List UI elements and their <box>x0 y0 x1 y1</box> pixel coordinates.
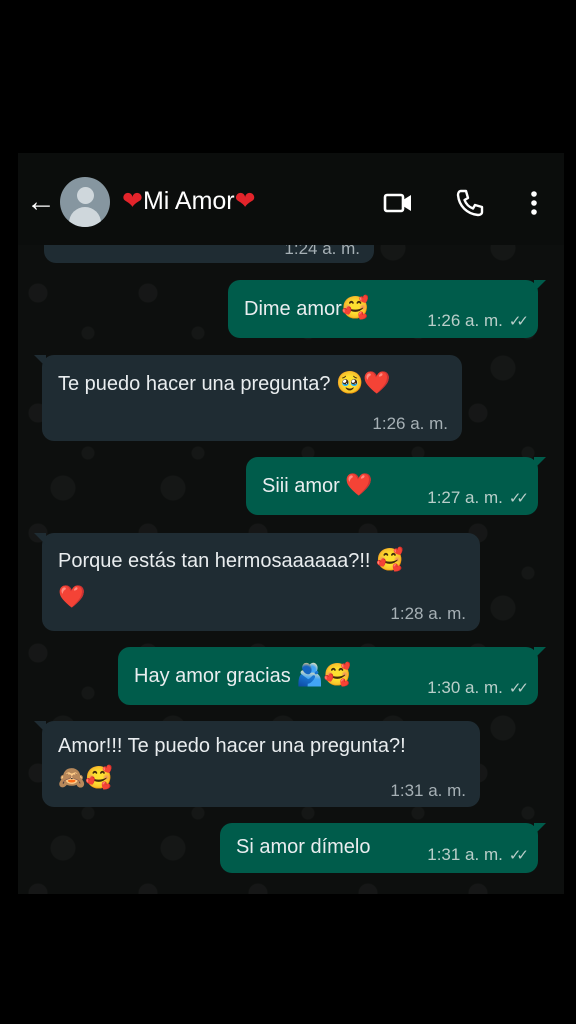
phone-call-icon[interactable] <box>454 187 486 219</box>
heart-icon: ❤ <box>234 187 256 215</box>
message-time-text: 1:26 a. m. <box>427 311 503 330</box>
message-content: Porque estás tan hermosaaaaaa?!! 🥰 <box>58 547 403 573</box>
message-content: Dime amor🥰 <box>244 295 369 321</box>
smiling-hearts-emoji: 🥰 <box>341 295 370 320</box>
message-time: 1:30 a. m. ✓✓ <box>427 678 529 698</box>
contact-name-text: Mi Amor <box>142 187 235 215</box>
back-arrow-icon[interactable]: ← <box>26 187 56 217</box>
message-bubble-in[interactable]: Amor!!! Te puedo hacer una pregunta?! 🙈🥰… <box>34 721 480 807</box>
pleading-face-heart-emoji: 🥹❤️ <box>336 370 391 395</box>
message-time: 1:26 a. m. ✓✓ <box>427 311 529 331</box>
video-call-icon[interactable] <box>382 187 414 219</box>
message-bubble-out[interactable]: Hay amor gracias 🫂🥰 1:30 a. m. ✓✓ <box>118 647 546 705</box>
message-time-text: 1:30 a. m. <box>427 678 503 697</box>
message-bubble-in[interactable]: Porque estás tan hermosaaaaaa?!! 🥰 ❤️ 1:… <box>34 533 480 631</box>
message-text: Dime amor <box>244 298 342 320</box>
message-text: Si amor dímelo <box>236 836 371 858</box>
message-bubble-out[interactable]: Si amor dímelo 1:31 a. m. ✓✓ <box>220 823 546 873</box>
red-heart-emoji: ❤️ <box>345 472 373 497</box>
monkey-smiling-hearts-emoji: 🙈🥰 <box>58 765 113 790</box>
message-bubble-in[interactable]: Te puedo hacer una pregunta? 🥹❤️ 1:26 a.… <box>34 355 462 441</box>
message-time-text: 1:31 a. m. <box>427 845 503 864</box>
avatar-head-shape <box>77 187 94 204</box>
chat-header: ← ❤Mi Amor❤ <box>18 153 564 245</box>
message-text: Porque estás tan hermosaaaaaa?!! <box>58 550 371 572</box>
message-bubble-out[interactable]: Dime amor🥰 1:26 a. m. ✓✓ <box>228 280 546 338</box>
message-bubble-out[interactable]: Siii amor ❤️ 1:27 a. m. ✓✓ <box>246 457 546 515</box>
message-content: Te puedo hacer una pregunta? 🥹❤️ <box>58 370 391 396</box>
read-ticks-icon: ✓✓ <box>508 680 529 697</box>
hug-smiling-hearts-emoji: 🫂🥰 <box>296 662 352 687</box>
read-ticks-icon: ✓✓ <box>508 490 529 507</box>
contact-name[interactable]: ❤Mi Amor❤ <box>122 186 256 216</box>
chat-screen: ← ❤Mi Amor❤ 1:24 a. m. Dime amor🥰 1:26 a… <box>18 153 564 894</box>
message-time-text: 1:27 a. m. <box>427 488 503 507</box>
message-text: Hay amor gracias <box>134 665 291 687</box>
red-heart-emoji: ❤️ <box>58 584 86 609</box>
message-time: 1:26 a. m. <box>372 414 448 433</box>
more-options-icon[interactable] <box>518 187 550 219</box>
read-ticks-icon: ✓✓ <box>508 847 529 864</box>
message-time: 1:28 a. m. <box>390 604 466 623</box>
message-text: Amor!!! Te puedo hacer una pregunta?! <box>58 735 406 757</box>
avatar-body-shape <box>69 207 101 227</box>
message-content: Hay amor gracias 🫂🥰 <box>134 662 351 688</box>
message-time: 1:31 a. m. ✓✓ <box>427 845 529 865</box>
message-time: 1:27 a. m. ✓✓ <box>427 488 529 508</box>
message-time: 1:31 a. m. <box>390 781 466 800</box>
message-text: Siii amor <box>262 475 340 497</box>
heart-icon: ❤ <box>122 187 143 215</box>
message-content: Siii amor ❤️ <box>262 472 373 498</box>
read-ticks-icon: ✓✓ <box>508 313 529 330</box>
message-text: Te puedo hacer una pregunta? <box>58 373 331 395</box>
smiling-hearts-emoji: 🥰 <box>376 547 404 572</box>
contact-avatar[interactable] <box>60 177 110 227</box>
